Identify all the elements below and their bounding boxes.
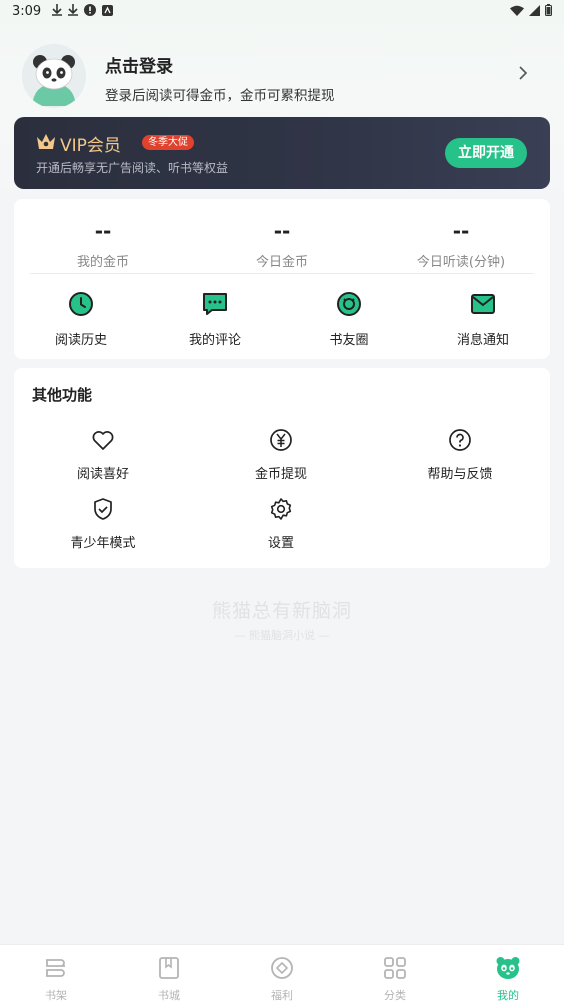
app-notification-icon bbox=[102, 4, 113, 16]
chevron-right-icon[interactable] bbox=[516, 66, 530, 80]
mail-icon bbox=[471, 294, 495, 314]
function-label: 设置 bbox=[267, 536, 294, 551]
bottom-navigation: 书架 书城 福利 分类 我的 bbox=[0, 944, 564, 1005]
login-title[interactable]: 点击登录 bbox=[105, 52, 173, 77]
nav-bookshelf[interactable]: 书架 bbox=[26, 955, 86, 1003]
func-youth-mode[interactable]: 青少年模式 bbox=[43, 497, 163, 551]
coin-icon bbox=[271, 957, 293, 979]
function-label: 帮助与反馈 bbox=[427, 467, 493, 482]
quick-my-comments[interactable]: 我的评论 bbox=[165, 291, 265, 348]
panda-avatar-icon bbox=[22, 44, 86, 108]
help-icon bbox=[449, 429, 471, 451]
other-functions-card: 其他功能 阅读喜好 金币提现 帮助与反馈 青少年模式 设置 bbox=[14, 368, 550, 568]
status-system-icons bbox=[510, 4, 552, 16]
func-settings[interactable]: 设置 bbox=[221, 497, 341, 551]
function-label: 金币提现 bbox=[254, 467, 307, 482]
stat-label: 我的金币 bbox=[76, 255, 129, 270]
status-time: 3:09 bbox=[12, 4, 42, 19]
stat-value: -- bbox=[452, 219, 470, 243]
shield-icon bbox=[94, 498, 112, 520]
quick-action-label: 我的评论 bbox=[188, 333, 241, 348]
panda-icon bbox=[496, 957, 520, 979]
avatar[interactable] bbox=[22, 44, 86, 108]
func-help-feedback[interactable]: 帮助与反馈 bbox=[400, 428, 520, 482]
stat-value: -- bbox=[273, 219, 291, 243]
signal-icon bbox=[529, 4, 540, 16]
gear-icon bbox=[270, 498, 292, 520]
function-label: 阅读喜好 bbox=[76, 467, 129, 482]
login-subtitle: 登录后阅读可得金币，金币可累积提现 bbox=[105, 88, 335, 104]
quick-action-label: 书友圈 bbox=[329, 333, 369, 348]
grid-icon bbox=[384, 957, 406, 979]
wifi-icon bbox=[510, 5, 524, 16]
bookshelf-icon bbox=[46, 959, 65, 977]
func-coin-withdraw[interactable]: 金币提现 bbox=[221, 428, 341, 482]
brand-slogan: 熊猫总有新脑洞 — 熊猫脑洞小说 — bbox=[0, 596, 564, 643]
slogan-sub: — 熊猫脑洞小说 — bbox=[234, 629, 330, 642]
nav-category[interactable]: 分类 bbox=[365, 955, 425, 1003]
book-icon bbox=[159, 957, 179, 979]
nav-label: 我的 bbox=[497, 989, 519, 1002]
stat-label: 今日金币 bbox=[255, 255, 308, 270]
stat-my-coins[interactable]: -- 我的金币 bbox=[23, 219, 183, 270]
alert-icon bbox=[84, 4, 96, 16]
function-label: 青少年模式 bbox=[70, 536, 136, 551]
nav-label: 书架 bbox=[45, 989, 67, 1002]
func-reading-preference[interactable]: 阅读喜好 bbox=[43, 428, 163, 482]
quick-reading-history[interactable]: 阅读历史 bbox=[31, 291, 131, 348]
battery-icon bbox=[545, 4, 552, 16]
nav-label: 福利 bbox=[271, 989, 293, 1002]
stat-label: 今日听读(分钟) bbox=[416, 255, 506, 270]
vip-title: VIP会员 bbox=[60, 136, 121, 156]
nav-label: 书城 bbox=[158, 989, 180, 1002]
clock-icon bbox=[69, 292, 93, 316]
nav-mine[interactable]: 我的 bbox=[478, 955, 538, 1003]
download-icon bbox=[68, 4, 78, 16]
heart-icon bbox=[92, 431, 114, 450]
vip-open-button[interactable]: 立即开通 bbox=[445, 138, 527, 168]
comment-icon bbox=[203, 293, 227, 315]
yuan-icon bbox=[270, 429, 292, 451]
vip-banner[interactable]: VIP会员 冬季大促 开通后畅享无广告阅读、听书等权益 立即开通 bbox=[14, 117, 550, 189]
nav-bookstore[interactable]: 书城 bbox=[139, 955, 199, 1003]
quick-action-label: 阅读历史 bbox=[54, 333, 107, 348]
stat-today-listen[interactable]: -- 今日听读(分钟) bbox=[381, 219, 541, 270]
circle-icon bbox=[337, 292, 361, 316]
vip-promo-badge: 冬季大促 bbox=[142, 135, 194, 150]
divider bbox=[30, 273, 534, 274]
account-stats-card: -- 我的金币 -- 今日金币 -- 今日听读(分钟) 阅读历史 我的评论 书友… bbox=[14, 199, 550, 359]
slogan-main: 熊猫总有新脑洞 bbox=[211, 600, 352, 622]
section-title: 其他功能 bbox=[32, 386, 93, 404]
nav-label: 分类 bbox=[384, 989, 406, 1002]
nav-welfare[interactable]: 福利 bbox=[252, 955, 312, 1003]
crown-icon bbox=[37, 134, 55, 149]
vip-description: 开通后畅享无广告阅读、听书等权益 bbox=[36, 161, 229, 175]
stat-value: -- bbox=[94, 219, 112, 243]
quick-notifications[interactable]: 消息通知 bbox=[433, 291, 533, 348]
stat-today-coins[interactable]: -- 今日金币 bbox=[202, 219, 362, 270]
status-bar: 3:09 bbox=[0, 0, 564, 24]
quick-action-label: 消息通知 bbox=[456, 333, 509, 348]
download-icon bbox=[52, 4, 62, 16]
login-section[interactable]: 点击登录 登录后阅读可得金币，金币可累积提现 bbox=[22, 44, 542, 110]
status-notification-icons bbox=[52, 4, 113, 16]
quick-book-circle[interactable]: 书友圈 bbox=[299, 291, 399, 348]
